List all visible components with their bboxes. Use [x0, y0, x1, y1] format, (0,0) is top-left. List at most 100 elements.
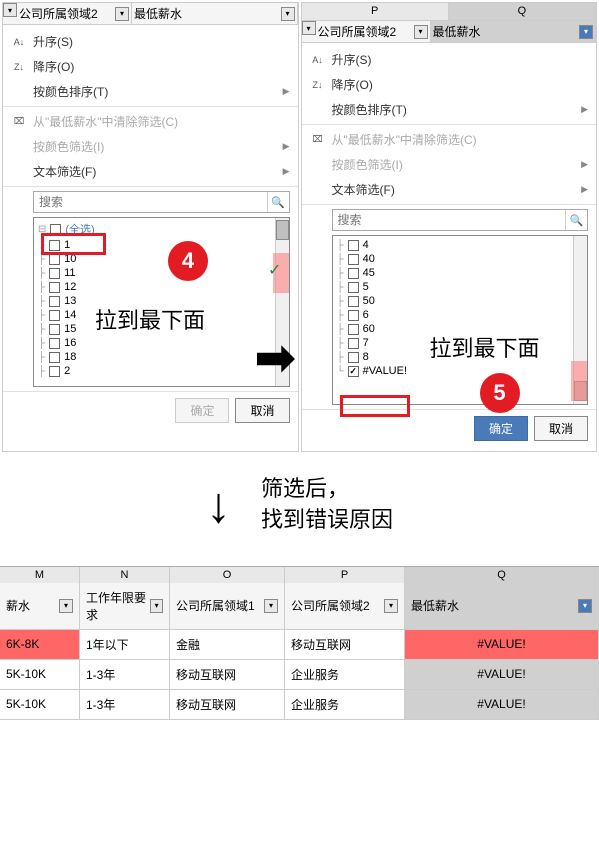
- filter-item[interactable]: ├2: [38, 364, 285, 378]
- sort-by-color[interactable]: 按颜色排序(T) ▶: [302, 97, 597, 122]
- table-cell[interactable]: #VALUE!: [405, 630, 599, 659]
- checkbox[interactable]: [49, 352, 60, 363]
- filter-item[interactable]: ├1: [38, 238, 285, 252]
- dropdown-icon-filtered[interactable]: ▾: [578, 599, 592, 613]
- dropdown-icon[interactable]: ▾: [3, 3, 17, 17]
- filter-item[interactable]: ├45: [337, 266, 584, 280]
- table-cell[interactable]: 5K-10K: [0, 690, 80, 719]
- dropdown-icon[interactable]: ▾: [302, 21, 316, 35]
- cancel-button[interactable]: 取消: [534, 416, 588, 441]
- checkbox[interactable]: [348, 268, 359, 279]
- table-header[interactable]: 工作年限要求▾: [80, 583, 170, 629]
- sort-descending[interactable]: Z↓ 降序(O): [3, 54, 298, 79]
- check-icon: ✓: [268, 260, 281, 280]
- menu-label: 升序(S): [33, 33, 73, 50]
- dropdown-icon[interactable]: ▾: [384, 599, 398, 613]
- search-icon[interactable]: 🔍: [565, 210, 587, 230]
- filter-label: 12: [64, 281, 76, 293]
- filter-label: 7: [363, 337, 369, 349]
- checkbox[interactable]: [348, 352, 359, 363]
- checkbox[interactable]: [348, 338, 359, 349]
- filter-item[interactable]: ├12: [38, 280, 285, 294]
- table-cell[interactable]: 移动互联网: [285, 630, 405, 659]
- sort-ascending[interactable]: A↓ 升序(S): [3, 29, 298, 54]
- checkbox[interactable]: [49, 268, 60, 279]
- table-cell[interactable]: 5K-10K: [0, 660, 80, 689]
- checkbox[interactable]: [49, 240, 60, 251]
- table-row: 6K-8K1年以下金融移动互联网#VALUE!: [0, 630, 599, 660]
- checkbox[interactable]: [348, 310, 359, 321]
- filter-item[interactable]: ├10: [38, 252, 285, 266]
- table-cell[interactable]: #VALUE!: [405, 690, 599, 719]
- filter-item[interactable]: ⊟(全选): [38, 220, 285, 238]
- dropdown-icon[interactable]: ▾: [115, 7, 129, 21]
- column-header-field1[interactable]: 公司所属领域2 ▾: [316, 21, 431, 42]
- sort-by-color[interactable]: 按颜色排序(T) ▶: [3, 79, 298, 104]
- checkbox[interactable]: [348, 282, 359, 293]
- search-icon[interactable]: 🔍: [267, 192, 289, 212]
- table-cell[interactable]: 1-3年: [80, 690, 170, 719]
- filter-item[interactable]: ├5: [337, 280, 584, 294]
- checkbox[interactable]: [348, 254, 359, 265]
- table-cell[interactable]: 1-3年: [80, 660, 170, 689]
- checkbox[interactable]: [49, 324, 60, 335]
- table-header[interactable]: 公司所属领域2▾: [285, 583, 405, 629]
- sort-descending[interactable]: Z↓ 降序(O): [302, 72, 597, 97]
- table-cell[interactable]: 金融: [170, 630, 285, 659]
- table-cell[interactable]: 移动互联网: [170, 690, 285, 719]
- checkbox[interactable]: [348, 366, 359, 377]
- checkbox[interactable]: [49, 310, 60, 321]
- text-filter[interactable]: 文本筛选(F) ▶: [302, 177, 597, 202]
- filter-item[interactable]: ├11: [38, 266, 285, 280]
- checkbox[interactable]: [50, 224, 61, 235]
- filter-label: 11: [64, 267, 75, 279]
- filter-item[interactable]: ├4: [337, 238, 584, 252]
- col-letter: Q: [405, 567, 599, 583]
- table-cell[interactable]: 企业服务: [285, 690, 405, 719]
- checkbox[interactable]: [348, 240, 359, 251]
- filter-item[interactable]: ├18: [38, 350, 285, 364]
- checkbox[interactable]: [348, 324, 359, 335]
- filter-item[interactable]: ├16: [38, 336, 285, 350]
- table-cell[interactable]: 6K-8K: [0, 630, 80, 659]
- column-header-field2[interactable]: 最低薪水 ▾: [431, 21, 597, 42]
- table-cell[interactable]: 1年以下: [80, 630, 170, 659]
- checkbox[interactable]: [49, 338, 60, 349]
- table-header[interactable]: 最低薪水▾: [405, 583, 599, 629]
- header-label: 最低薪水: [433, 23, 481, 40]
- dropdown-icon[interactable]: ▾: [414, 25, 428, 39]
- cancel-button[interactable]: 取消: [235, 398, 289, 423]
- filter-item[interactable]: └#VALUE!: [337, 364, 584, 378]
- table-header[interactable]: 公司所属领域1▾: [170, 583, 285, 629]
- checkbox[interactable]: [49, 254, 60, 265]
- column-header-field1[interactable]: 公司所属领域2 ▾: [17, 3, 132, 24]
- table-cell[interactable]: 企业服务: [285, 660, 405, 689]
- checkbox[interactable]: [49, 296, 60, 307]
- filter-item[interactable]: ├50: [337, 294, 584, 308]
- search-input[interactable]: [34, 192, 267, 212]
- sort-ascending[interactable]: A↓ 升序(S): [302, 47, 597, 72]
- dropdown-icon[interactable]: ▾: [281, 7, 295, 21]
- filter-item[interactable]: ├40: [337, 252, 584, 266]
- table-cell[interactable]: 移动互联网: [170, 660, 285, 689]
- search-box[interactable]: 🔍: [33, 191, 290, 213]
- dropdown-icon-filtered[interactable]: ▾: [579, 25, 593, 39]
- text-filter[interactable]: 文本筛选(F) ▶: [3, 159, 298, 184]
- checkbox[interactable]: [348, 296, 359, 307]
- filter-item[interactable]: ├6: [337, 308, 584, 322]
- column-header-field2[interactable]: 最低薪水 ▾: [132, 3, 298, 24]
- table-cell[interactable]: #VALUE!: [405, 660, 599, 689]
- search-box[interactable]: 🔍: [332, 209, 589, 231]
- checkbox[interactable]: [49, 366, 60, 377]
- dropdown-icon[interactable]: ▾: [150, 599, 163, 613]
- filter-by-color: 按颜色筛选(I) ▶: [3, 134, 298, 159]
- filter-label: 16: [64, 337, 76, 349]
- dropdown-icon[interactable]: ▾: [264, 599, 278, 613]
- dropdown-icon[interactable]: ▾: [59, 599, 73, 613]
- ok-button[interactable]: 确定: [474, 416, 528, 441]
- search-input[interactable]: [333, 210, 566, 230]
- scroll-thumb[interactable]: [276, 220, 289, 240]
- table-header[interactable]: 薪水▾: [0, 583, 80, 629]
- result-table: M N O P Q 薪水▾ 工作年限要求▾ 公司所属领域1▾ 公司所属领域2▾ …: [0, 566, 599, 720]
- checkbox[interactable]: [49, 282, 60, 293]
